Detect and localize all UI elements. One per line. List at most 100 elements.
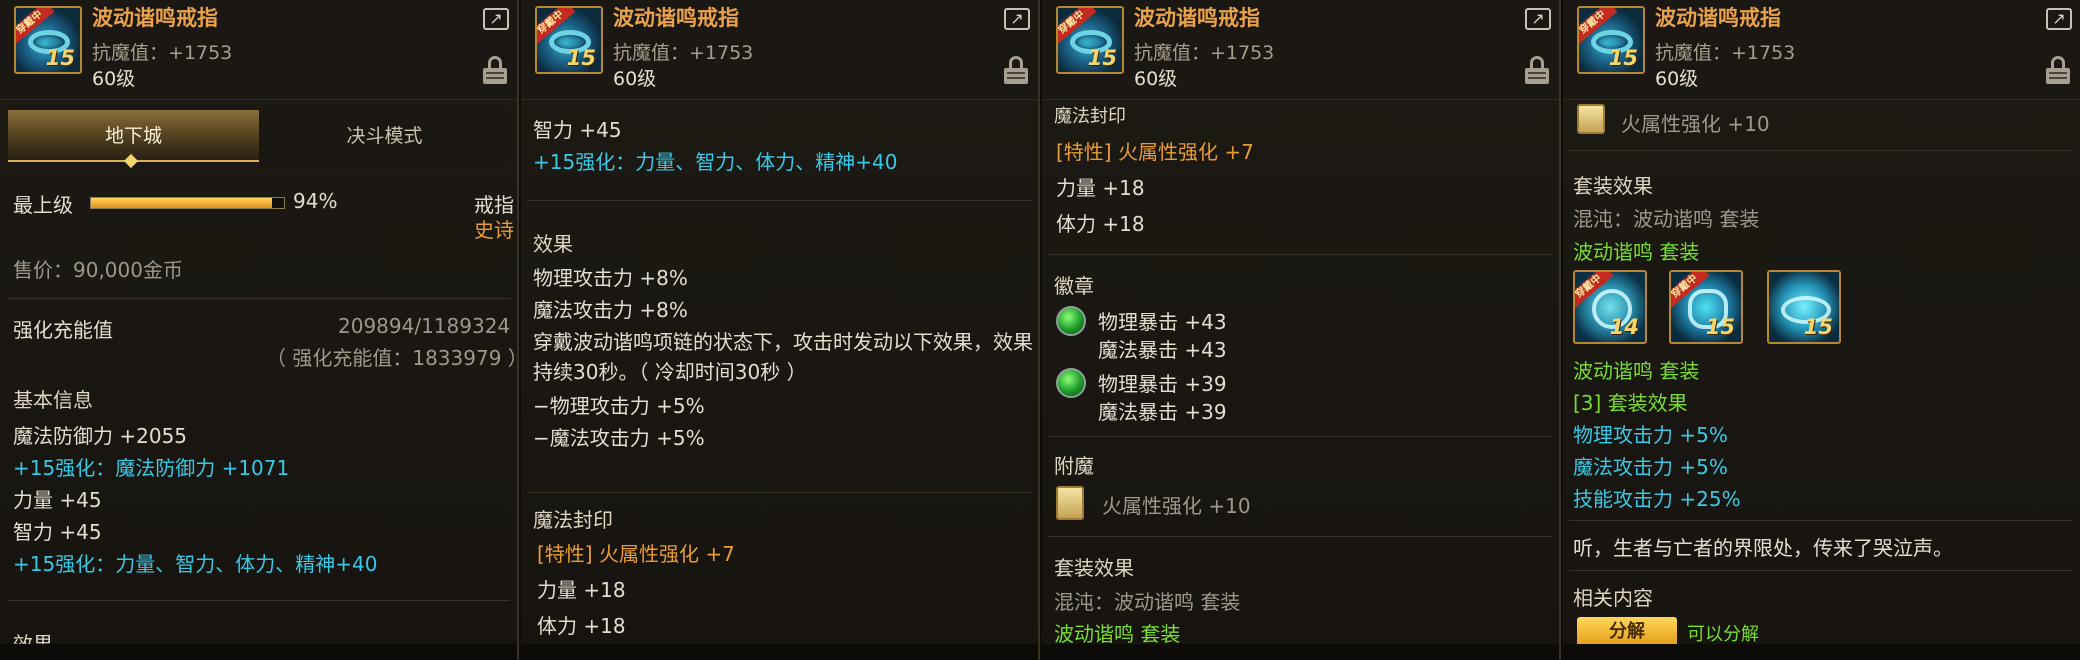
enhance-level-badge: 15 (1087, 46, 1117, 70)
enhance-level-badge: 15 (566, 46, 596, 70)
enchant-title: 附魔 (1054, 454, 1094, 478)
lock-icon[interactable] (1004, 56, 1028, 84)
card-icon (1056, 486, 1084, 520)
set-item-icon[interactable]: 穿戴中 15 (1669, 270, 1743, 344)
set-bonus-line: 技能攻击力 +25% (1573, 487, 1741, 511)
grade-progress-bar (90, 197, 285, 209)
divider (1048, 536, 1552, 537)
item-header: 穿戴中 15 波动谐鸣戒指 抗魔值：+1753 60级 ↗ (521, 0, 1038, 100)
gem-icon (1056, 306, 1086, 336)
set-bonus-line: 物理攻击力 +5% (1573, 423, 1728, 447)
set-effect-title: 套装效果 (1573, 174, 1653, 198)
enhance-level-badge: 15 (1608, 46, 1638, 70)
seal-line: 体力 +18 (537, 614, 626, 638)
item-attribute: 抗魔值：+1753 (1134, 42, 1275, 64)
divider (1569, 570, 2073, 571)
stat-line: +15强化：力量、智力、体力、精神+40 (13, 552, 378, 576)
enhance-level-badge: 15 (45, 46, 75, 70)
stat-line: 力量 +45 (13, 488, 102, 512)
ring-item-icon: 穿戴中 15 (535, 6, 603, 74)
seal-line: 力量 +18 (1056, 176, 1145, 200)
item-attribute: 抗魔值：+1753 (92, 42, 233, 64)
enhance-level-badge: 15 (1803, 315, 1833, 339)
tab-duel-mode[interactable]: 决斗模式 (259, 110, 510, 162)
enhance-level-badge: 14 (1609, 315, 1639, 339)
divider (527, 492, 1031, 493)
tooltip-panel-3: 穿戴中 15 波动谐鸣戒指 抗魔值：+1753 60级 ↗ 魔法封印 [特性] … (1042, 0, 1561, 660)
divider (1569, 520, 2073, 521)
tooltip-panel-2: 穿戴中 15 波动谐鸣戒指 抗魔值：+1753 60级 ↗ 智力 +45 +15… (521, 0, 1040, 660)
set-item-icon[interactable]: 15 (1767, 270, 1841, 344)
divider (8, 600, 510, 601)
lock-icon[interactable] (483, 56, 507, 84)
share-icon[interactable]: ↗ (483, 8, 509, 30)
divider (1048, 436, 1552, 437)
item-attribute: 抗魔值：+1753 (613, 42, 754, 64)
set-subtitle: 波动谐鸣 套装 (1054, 622, 1181, 646)
share-icon[interactable]: ↗ (2046, 8, 2072, 30)
share-icon[interactable]: ↗ (1525, 8, 1551, 30)
basic-info-title: 基本信息 (13, 388, 93, 412)
lock-icon[interactable] (1525, 56, 1549, 84)
card-icon (1577, 104, 1605, 134)
ring-item-icon: 穿戴中 15 (1577, 6, 1645, 74)
decompose-note: 可以分解 (1687, 624, 1759, 645)
grade-percent: 94% (293, 189, 338, 213)
flavor-text: 听，生者与亡者的界限处，传来了哭泣声。 (1573, 536, 1953, 560)
item-level: 60级 (1134, 68, 1178, 90)
charge-value: 209894/1189324 (338, 314, 511, 338)
item-name: 波动谐鸣戒指 (92, 6, 218, 30)
ring-item-icon: 穿戴中 15 (14, 6, 82, 74)
divider (1048, 254, 1552, 255)
charge-label: 强化充能值 (13, 318, 113, 342)
tooltip-panel-4: 穿戴中 15 波动谐鸣戒指 抗魔值：+1753 60级 ↗ 火属性强化 +10 … (1563, 0, 2080, 660)
emblem-stat: 魔法暴击 +39 (1098, 400, 1227, 424)
set-name: 混沌：波动谐鸣 套装 (1054, 590, 1241, 614)
set-item-icon[interactable]: 穿戴中 14 (1573, 270, 1647, 344)
magic-seal-title: 魔法封印 (1054, 106, 1126, 127)
decompose-button[interactable]: 分解 (1577, 617, 1677, 647)
set-bonus-title: [3] 套装效果 (1573, 391, 1688, 415)
divider (8, 298, 510, 299)
item-name: 波动谐鸣戒指 (613, 6, 739, 30)
item-rarity: 史诗 (474, 218, 514, 242)
emblem-stat: 物理暴击 +43 (1098, 310, 1227, 334)
tab-dungeon[interactable]: 地下城 (8, 110, 259, 162)
effect-line: 魔法攻击力 +8% (533, 298, 688, 322)
seal-line: 力量 +18 (537, 578, 626, 602)
stat-line: 魔法防御力 +2055 (13, 424, 188, 448)
effect-line: 持续30秒。（ 冷却时间30秒 ） (533, 360, 807, 384)
ring-item-icon: 穿戴中 15 (1056, 6, 1124, 74)
emblem-stat: 物理暴击 +39 (1098, 372, 1227, 396)
effect-title: 效果 (533, 232, 573, 256)
item-header: 穿戴中 15 波动谐鸣戒指 抗魔值：+1753 60级 ↗ (1042, 0, 1559, 100)
emblem-stat: 魔法暴击 +43 (1098, 338, 1227, 362)
stat-line: +15强化：魔法防御力 +1071 (13, 456, 290, 480)
item-name: 波动谐鸣戒指 (1134, 6, 1260, 30)
gem-icon (1056, 368, 1086, 398)
item-header: 穿戴中 15 波动谐鸣戒指 抗魔值：+1753 60级 ↗ (0, 0, 517, 100)
emblem-title: 徽章 (1054, 274, 1094, 298)
effect-line: 物理攻击力 +8% (533, 266, 688, 290)
item-attribute: 抗魔值：+1753 (1655, 42, 1796, 64)
sell-price: 售价：90,000金币 (13, 258, 183, 282)
seal-line: [特性] 火属性强化 +7 (1056, 140, 1254, 164)
seal-line: 体力 +18 (1056, 212, 1145, 236)
effect-line: 穿戴波动谐鸣项链的状态下，攻击时发动以下效果，效果 (533, 330, 1033, 354)
effect-line: −魔法攻击力 +5% (533, 426, 705, 450)
magic-seal-title: 魔法封印 (533, 508, 613, 532)
item-level: 60级 (92, 68, 136, 90)
seal-line: [特性] 火属性强化 +7 (537, 542, 735, 566)
set-subtitle: 波动谐鸣 套装 (1573, 240, 1700, 264)
grade-label: 最上级 (13, 193, 73, 217)
item-name: 波动谐鸣戒指 (1655, 6, 1781, 30)
stat-line: +15强化：力量、智力、体力、精神+40 (533, 150, 898, 174)
mode-tabs: 地下城 决斗模式 (8, 110, 510, 162)
lock-icon[interactable] (2046, 56, 2070, 84)
item-header: 穿戴中 15 波动谐鸣戒指 抗魔值：+1753 60级 ↗ (1563, 0, 2080, 100)
stat-line: 智力 +45 (13, 520, 102, 544)
enchant-value: 火属性强化 +10 (1621, 112, 1770, 136)
divider (527, 200, 1031, 201)
share-icon[interactable]: ↗ (1004, 8, 1030, 30)
item-level: 60级 (613, 68, 657, 90)
